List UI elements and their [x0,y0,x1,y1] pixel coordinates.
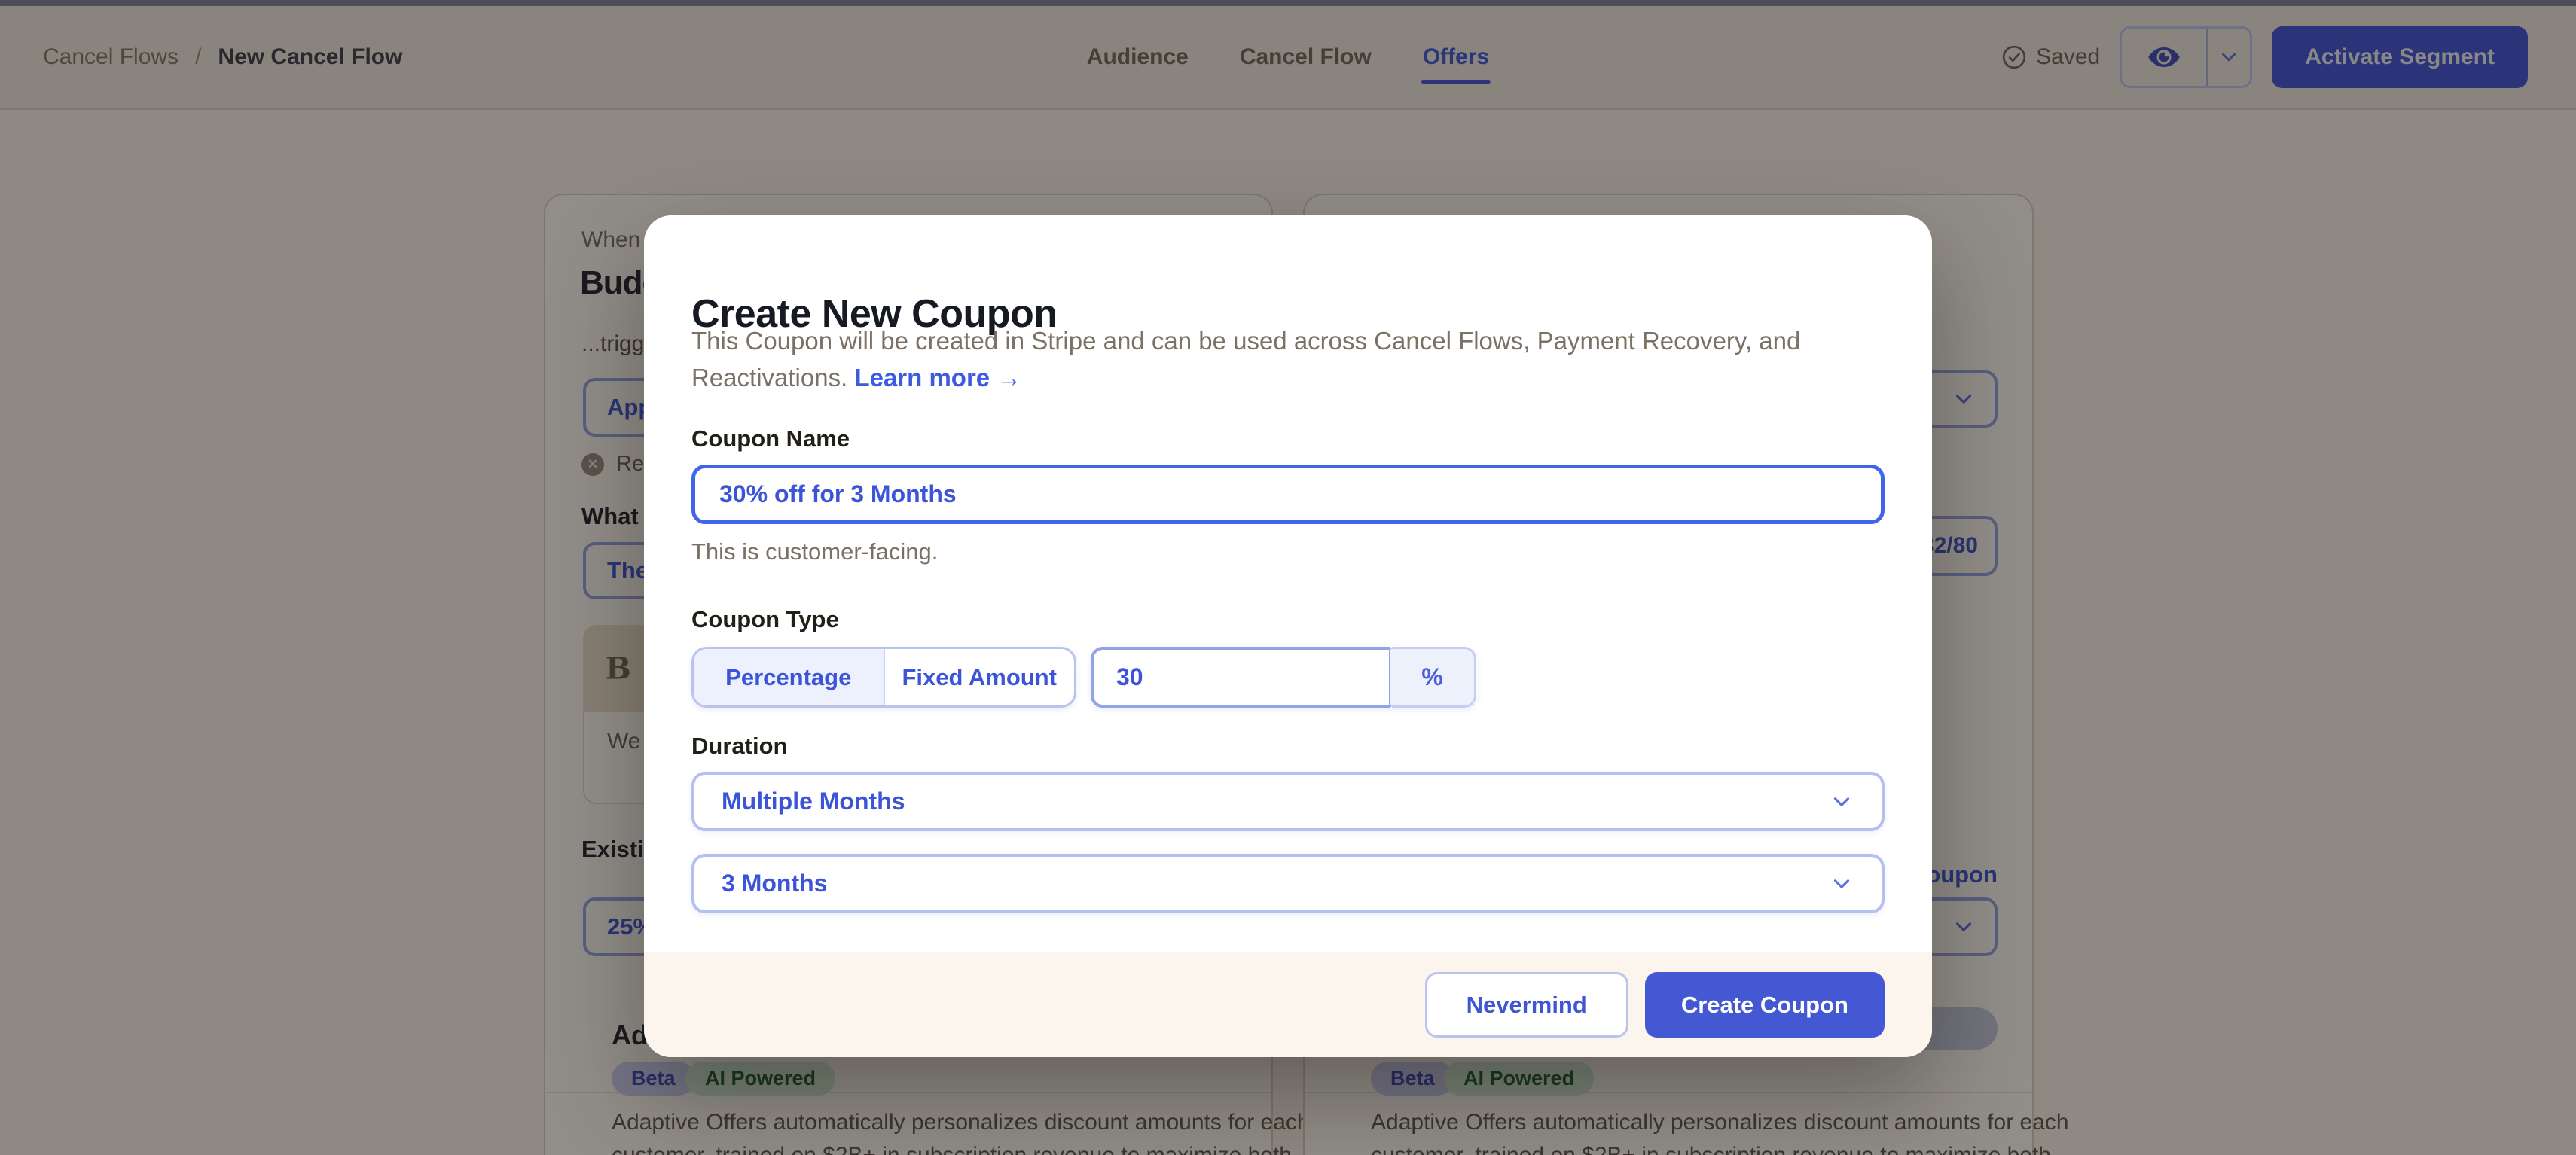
coupon-name-label: Coupon Name [691,425,850,453]
chevron-down-icon [1829,871,1854,897]
learn-more-link[interactable]: Learn more → [854,364,1021,392]
chevron-down-icon [1829,789,1854,815]
duration-length-value: 3 Months [722,870,827,897]
modal-footer: Nevermind Create Coupon [644,952,1932,1057]
coupon-type-label: Coupon Type [691,606,839,633]
nevermind-button[interactable]: Nevermind [1425,972,1628,1038]
create-coupon-modal: Create New Coupon This Coupon will be cr… [644,215,1932,1057]
modal-description-line1: This Coupon will be created in Stripe an… [691,327,1800,355]
duration-interval-select[interactable]: Multiple Months [691,772,1885,831]
coupon-name-helper: This is customer-facing. [691,538,938,565]
duration-label: Duration [691,733,787,760]
duration-length-select[interactable]: 3 Months [691,854,1885,913]
discount-amount-input[interactable] [1091,647,1392,708]
coupon-type-option-percentage[interactable]: Percentage [694,649,885,705]
modal-description: This Coupon will be created in Stripe an… [691,322,1885,396]
coupon-type-option-fixed-amount[interactable]: Fixed Amount [885,649,1075,705]
percent-unit-suffix: % [1390,647,1476,708]
discount-amount-group: % [1091,647,1478,708]
coupon-name-input[interactable] [691,465,1885,524]
create-coupon-button[interactable]: Create Coupon [1645,972,1885,1038]
coupon-type-segmented-control: Percentage Fixed Amount [691,647,1076,708]
app-screen: Cancel Flows / New Cancel Flow Audience … [0,0,2576,1155]
duration-interval-value: Multiple Months [722,788,905,815]
modal-description-line2: Reactivations. [691,364,847,392]
